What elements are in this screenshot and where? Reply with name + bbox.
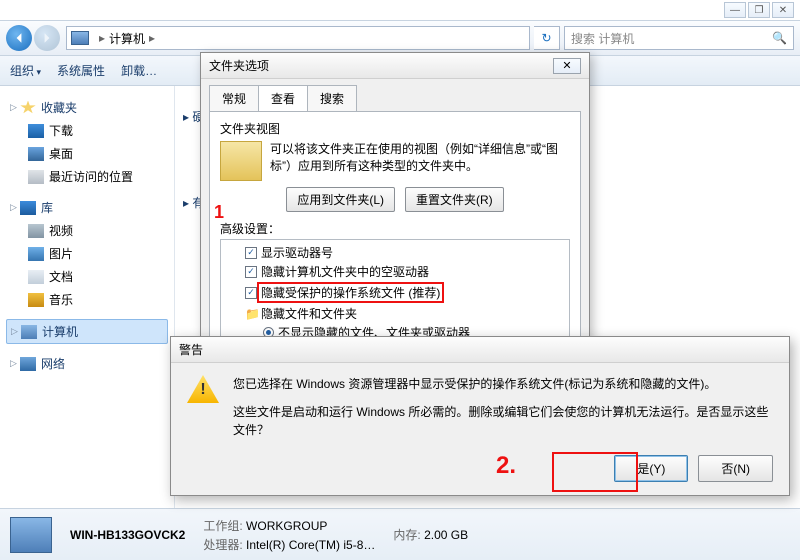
annotation-1: 1 [214,202,224,223]
library-icon [20,201,36,215]
refresh-button[interactable]: ↻ [534,26,560,50]
warning-dialog: 警告 您已选择在 Windows 资源管理器中显示受保护的操作系统文件(标记为系… [170,336,790,496]
document-icon [28,270,44,284]
warning-line2: 这些文件是启动和运行 Windows 所必需的。删除或编辑它们会使您的计算机无法… [233,403,773,439]
sidebar-item-music[interactable]: 音乐 [6,288,168,311]
system-properties-button[interactable]: 系统属性 [57,62,105,79]
chevron-right-icon: ▸ [99,31,105,45]
dialog-titlebar[interactable]: 警告 [171,337,789,363]
video-icon [28,224,44,238]
sidebar-label: 图片 [49,245,73,262]
sidebar-item-pictures[interactable]: 图片 [6,242,168,265]
breadcrumb[interactable]: ▸ 计算机 ▸ [66,26,530,50]
cpu-value: Intel(R) Core(TM) i5-8… [246,538,375,552]
computer-name: WIN-HB133GOVCK2 [70,528,185,542]
computer-icon [10,517,52,553]
sidebar-label: 库 [41,199,53,216]
warning-icon [187,375,219,403]
sidebar-item-downloads[interactable]: 下载 [6,119,168,142]
sidebar-item-videos[interactable]: 视频 [6,219,168,242]
folder-icon: 📁 [245,307,257,321]
dialog-title: 警告 [179,341,203,358]
advanced-settings-label: 高级设置： [220,220,570,237]
network-icon [20,357,36,371]
minimize-button[interactable]: — [724,2,746,18]
music-icon [28,293,44,307]
tab-general[interactable]: 常规 [209,85,259,111]
tab-search[interactable]: 搜索 [307,85,357,111]
search-placeholder: 搜索 计算机 [571,30,634,47]
folder-options-dialog: 文件夹选项 ✕ 常规 查看 搜索 文件夹视图 可以将该文件夹正在使用的视图（例如… [200,52,590,342]
computer-icon [21,325,37,339]
sidebar-item-network[interactable]: ▷网络 [6,352,168,375]
checkbox-icon: ✓ [245,287,257,299]
sidebar-label: 桌面 [49,145,73,162]
sidebar-label: 收藏夹 [41,99,77,116]
opt-hide-protected-os-files[interactable]: ✓隐藏受保护的操作系统文件 (推荐) [223,281,567,304]
breadcrumb-item[interactable]: 计算机 [109,30,145,47]
chevron-right-icon: ▸ [149,31,155,45]
opt-label: 显示驱动器号 [261,244,333,261]
opt-label: 隐藏计算机文件夹中的空驱动器 [261,263,429,280]
download-icon [28,124,44,138]
warning-line1: 您已选择在 Windows 资源管理器中显示受保护的操作系统文件(标记为系统和隐… [233,375,773,393]
no-button[interactable]: 否(N) [698,455,773,482]
sidebar-item-documents[interactable]: 文档 [6,265,168,288]
sidebar-label: 网络 [41,355,65,372]
explorer-navbar: ▸ 计算机 ▸ ↻ 搜索 计算机 🔍 [0,20,800,56]
picture-icon [28,247,44,261]
sidebar-label: 计算机 [42,323,78,340]
checkbox-icon: ✓ [245,247,257,259]
annotation-box [552,452,638,492]
recent-icon [28,170,44,184]
folder-view-icon [220,141,262,181]
annotation-2: 2. [496,452,516,480]
apply-to-folders-button[interactable]: 应用到文件夹(L) [286,187,395,212]
sidebar-item-desktop[interactable]: 桌面 [6,142,168,165]
sidebar-label: 音乐 [49,291,73,308]
dialog-titlebar[interactable]: 文件夹选项 ✕ [201,53,589,79]
sidebar-item-computer[interactable]: ▷计算机 [6,319,168,344]
dialog-title: 文件夹选项 [209,57,269,74]
opt-label: 隐藏受保护的操作系统文件 (推荐) [257,282,444,303]
opt-show-drive-letters[interactable]: ✓ 显示驱动器号 [223,243,567,262]
status-bar: WIN-HB133GOVCK2 工作组: WORKGROUP 处理器: Inte… [0,508,800,560]
forward-button[interactable] [34,25,60,51]
close-button[interactable]: ✕ [772,2,794,18]
opt-hide-empty-drives[interactable]: ✓ 隐藏计算机文件夹中的空驱动器 [223,262,567,281]
search-icon: 🔍 [772,31,787,45]
reset-folders-button[interactable]: 重置文件夹(R) [405,187,504,212]
workgroup-label: 工作组: [203,519,242,533]
uninstall-button[interactable]: 卸载… [121,62,157,79]
explorer-sidebar: ▷收藏夹 下载 桌面 最近访问的位置 ▷库 视频 图片 文档 音乐 ▷计算机 ▷… [0,86,175,508]
computer-icon [71,31,89,45]
sidebar-label: 视频 [49,222,73,239]
close-button[interactable]: ✕ [553,58,581,74]
sidebar-label: 文档 [49,268,73,285]
tab-view[interactable]: 查看 [258,85,308,111]
opt-hidden-files-group: 📁 隐藏文件和文件夹 [223,304,567,323]
organize-menu[interactable]: 组织 [10,62,41,79]
cpu-label: 处理器: [203,538,242,552]
memory-label: 内存: [393,528,420,542]
sidebar-label: 下载 [49,122,73,139]
sidebar-label: 最近访问的位置 [49,168,133,185]
search-input[interactable]: 搜索 计算机 🔍 [564,26,794,50]
checkbox-icon: ✓ [245,266,257,278]
folder-view-desc: 可以将该文件夹正在使用的视图（例如“详细信息”或“图标”）应用到所有这种类型的文… [270,141,570,181]
back-button[interactable] [6,25,32,51]
sidebar-group-favorites[interactable]: ▷收藏夹 [6,96,168,119]
sidebar-group-libraries[interactable]: ▷库 [6,196,168,219]
memory-value: 2.00 GB [424,528,468,542]
star-icon [20,101,36,115]
workgroup-value: WORKGROUP [246,519,327,533]
opt-label: 隐藏文件和文件夹 [261,305,357,322]
maximize-button[interactable]: ❐ [748,2,770,18]
sidebar-item-recent[interactable]: 最近访问的位置 [6,165,168,188]
folder-view-heading: 文件夹视图 [220,120,570,137]
desktop-icon [28,147,44,161]
